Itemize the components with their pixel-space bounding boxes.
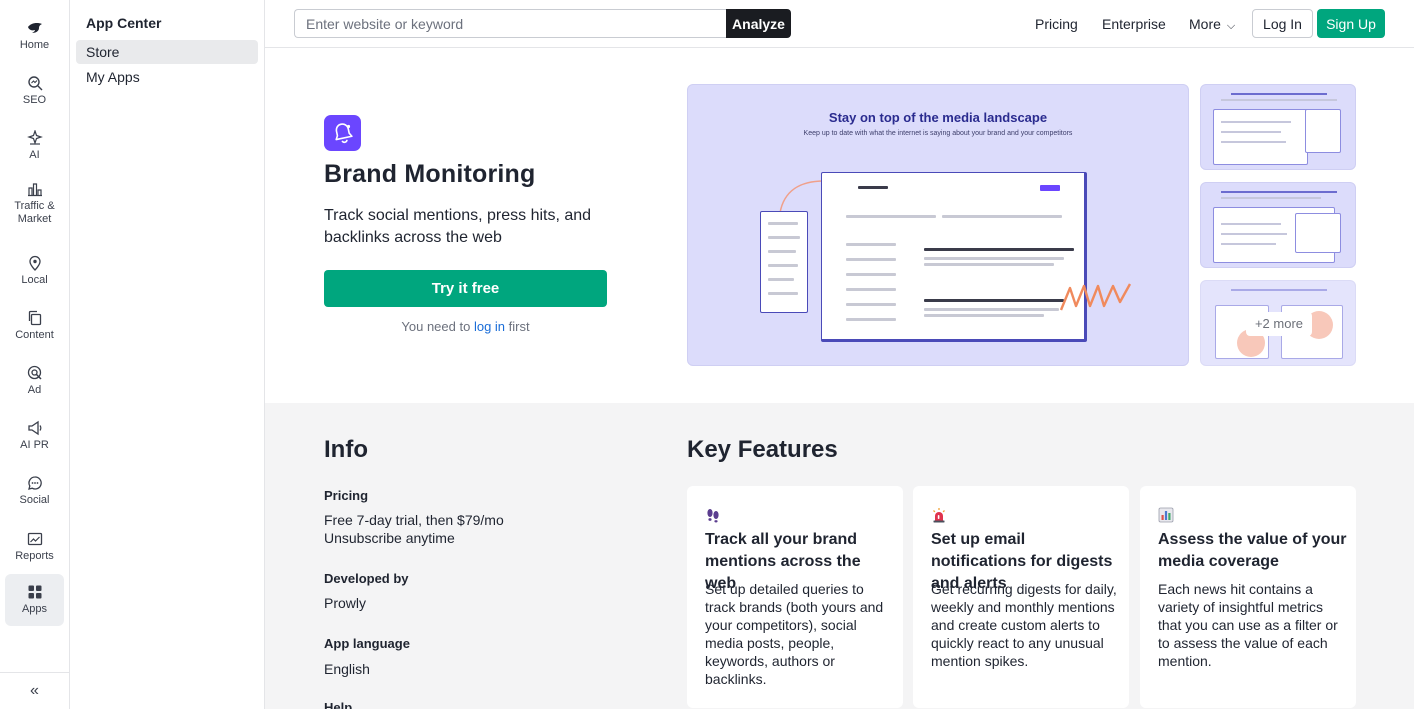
preview-mock-sidebar: [760, 211, 808, 313]
login-note-prefix: You need to: [401, 319, 474, 334]
feature-title: Assess the value of your media coverage: [1158, 531, 1347, 570]
developer-value: Prowly: [324, 595, 367, 611]
language-value: English: [324, 661, 370, 677]
feature-card: Track all your brand mentions across the…: [687, 486, 903, 708]
pricing-label: Pricing: [324, 488, 369, 503]
pricing-line-trial: Free 7-day trial, then $79/mo: [324, 512, 504, 528]
rail-label: Content: [15, 329, 54, 341]
app-logo: [324, 115, 361, 151]
login-note: You need to log in first: [324, 319, 607, 334]
developer-label: Developed by: [324, 571, 409, 586]
feature-card: Assess the value of your media coverage …: [1140, 486, 1356, 708]
app-center-nav: App Center Store My Apps: [70, 0, 265, 709]
ai-icon: [26, 130, 43, 145]
more-menu[interactable]: More ⌵: [1189, 16, 1235, 33]
rail-item-content[interactable]: Content: [5, 300, 64, 352]
more-screenshots-label: +2 more: [1246, 312, 1312, 336]
rail-label: AI PR: [20, 439, 49, 451]
reports-icon: [27, 532, 42, 546]
preview-thumbnail-1[interactable]: [1200, 84, 1356, 170]
log-in-button[interactable]: Log In: [1252, 9, 1313, 38]
app-title: Brand Monitoring: [324, 160, 536, 188]
squiggle-decoration: [1059, 283, 1132, 311]
siren-icon: [933, 508, 945, 523]
preview-title: Stay on top of the media landscape: [828, 110, 1048, 125]
preview-mock-window: [821, 172, 1087, 342]
login-note-suffix: first: [505, 319, 530, 334]
preview-subtitle: Keep up to date with what the internet i…: [803, 130, 1073, 137]
more-label: More: [1189, 16, 1221, 32]
chevron-down-icon: ⌵: [1226, 20, 1236, 32]
rail-label: Reports: [15, 550, 54, 562]
rail-label: SEO: [22, 94, 47, 106]
rail-item-ai-pr[interactable]: AI PR: [5, 410, 64, 462]
bird-logo-icon: [27, 23, 42, 33]
megaphone-icon: [27, 420, 41, 436]
rail-item-ai[interactable]: AI: [5, 120, 64, 172]
main-preview-screenshot[interactable]: Stay on top of the media landscape Keep …: [687, 84, 1189, 366]
analyze-button[interactable]: Analyze: [726, 9, 791, 38]
rail-label: Home: [19, 39, 50, 51]
bell-icon: [334, 123, 353, 143]
details-section: Info Pricing Free 7-day trial, then $79/…: [265, 403, 1414, 709]
search-input[interactable]: [294, 9, 727, 38]
info-heading: Info: [324, 436, 368, 463]
help-label: Help: [324, 700, 353, 709]
bar-chart-emoji-icon: [1158, 507, 1174, 523]
chat-bubble-icon: [27, 476, 42, 490]
pricing-link[interactable]: Pricing: [1035, 16, 1078, 32]
app-nav-item-my-apps[interactable]: My Apps: [76, 65, 258, 89]
pricing-line-unsubscribe: Unsubscribe anytime: [324, 530, 455, 546]
collapse-rail-button[interactable]: «: [0, 672, 69, 709]
feature-card: Set up email notifications for digests a…: [913, 486, 1129, 708]
double-chevron-left-icon: «: [30, 682, 39, 699]
rail-item-traffic-market[interactable]: Traffic & Market: [5, 175, 64, 231]
app-nav-item-store[interactable]: Store: [76, 40, 258, 64]
rail-item-apps[interactable]: Apps: [5, 574, 64, 626]
rail-item-social[interactable]: Social: [5, 465, 64, 517]
bar-chart-icon: [27, 182, 42, 196]
preview-thumbnail-2[interactable]: [1200, 182, 1356, 268]
log-in-link[interactable]: log in: [474, 319, 505, 334]
key-features-heading: Key Features: [687, 436, 838, 463]
seo-icon: [27, 76, 42, 91]
rail-item-seo[interactable]: SEO: [5, 65, 64, 117]
sign-up-button[interactable]: Sign Up: [1317, 9, 1385, 38]
ad-target-icon: [27, 365, 42, 380]
app-center-title: App Center: [86, 15, 162, 31]
rail-label: Local: [21, 274, 48, 286]
footprints-icon: [707, 509, 719, 523]
feature-description: Get recurring digests for daily, weekly …: [931, 581, 1117, 669]
rail-label: Social: [19, 494, 50, 506]
left-rail: Home SEO AI Traffic & Market Local Conte…: [0, 0, 70, 709]
rail-label: AI: [29, 149, 40, 161]
rail-item-local[interactable]: Local: [5, 245, 64, 297]
map-pin-icon: [28, 255, 41, 271]
enterprise-link[interactable]: Enterprise: [1102, 16, 1166, 32]
try-it-free-button[interactable]: Try it free: [324, 270, 607, 307]
preview-thumbnail-3[interactable]: +2 more: [1200, 280, 1356, 366]
rail-label: Ad: [27, 384, 42, 396]
language-label: App language: [324, 636, 410, 651]
rail-item-ad[interactable]: Ad: [5, 355, 64, 407]
apps-grid-icon: [28, 585, 41, 599]
top-bar: Analyze Pricing Enterprise More⌵ Log In …: [265, 0, 1414, 48]
app-hero: Brand Monitoring Track social mentions, …: [265, 48, 1414, 403]
copy-icon: [28, 310, 41, 326]
rail-label: Traffic & Market: [14, 199, 55, 225]
rail-label: Apps: [21, 603, 48, 615]
app-description: Track social mentions, press hits, and b…: [324, 207, 592, 246]
feature-description: Set up detailed queries to track brands …: [705, 581, 884, 687]
rail-item-reports[interactable]: Reports: [5, 521, 64, 573]
rail-item-home[interactable]: Home: [5, 10, 64, 62]
feature-description: Each news hit contains a variety of insi…: [1158, 581, 1338, 669]
